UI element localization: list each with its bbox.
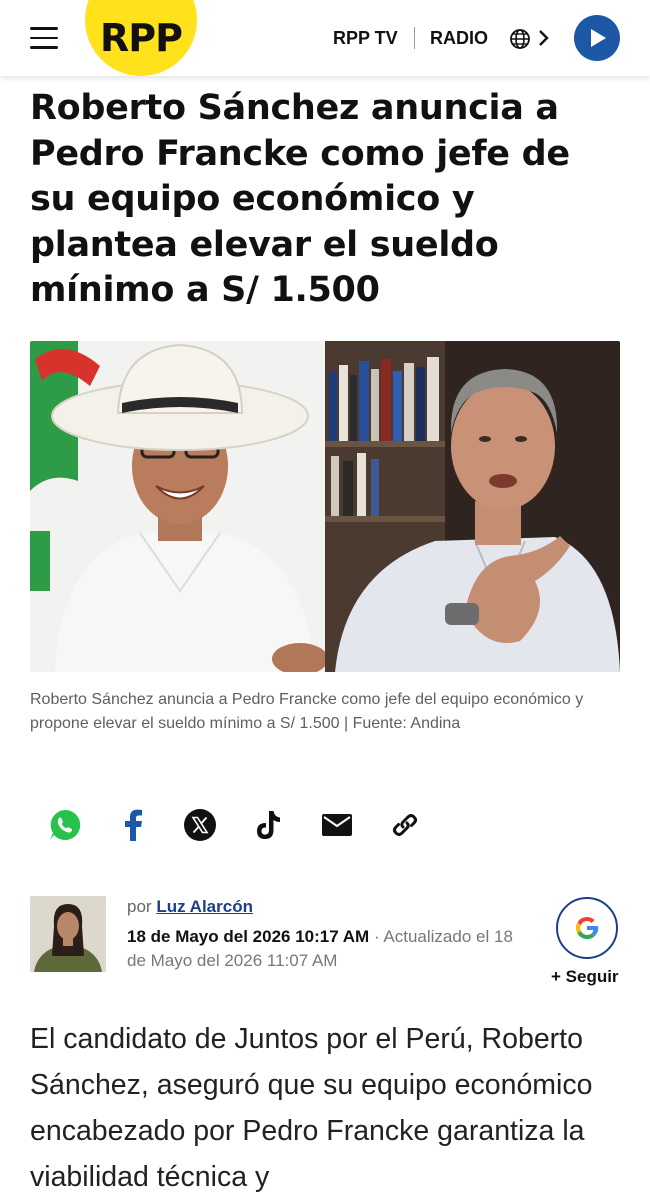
share-facebook-button[interactable] — [113, 805, 153, 845]
byline-prefix: por — [127, 897, 152, 916]
facebook-icon — [125, 809, 142, 841]
globe-icon[interactable] — [509, 28, 531, 50]
x-icon — [184, 809, 216, 841]
article-body: El candidato de Juntos por el Perú, Robe… — [30, 1023, 593, 1193]
share-whatsapp-button[interactable] — [45, 805, 85, 845]
image-caption: Roberto Sánchez anuncia a Pedro Francke … — [30, 691, 584, 732]
photo-pedro-francke — [325, 341, 620, 672]
share-email-button[interactable] — [317, 805, 357, 845]
email-icon — [322, 814, 352, 836]
chevron-right-icon[interactable] — [537, 29, 549, 47]
author-avatar[interactable] — [30, 896, 106, 972]
article-title: Roberto Sánchez anuncia a Pedro Francke … — [30, 88, 570, 310]
share-tiktok-button[interactable] — [248, 805, 288, 845]
live-play-button[interactable] — [574, 15, 620, 61]
rpp-logo[interactable]: RPP — [85, 0, 197, 76]
photo-roberto-sanchez — [30, 341, 325, 672]
copy-link-button[interactable] — [385, 805, 425, 845]
updated-prefix: · Actualizado — [373, 927, 472, 946]
logo-text: RPP — [100, 16, 183, 60]
whatsapp-icon — [50, 809, 81, 840]
published-date: 18 de Mayo del 2026 10:17 AM — [127, 927, 370, 946]
play-icon — [591, 29, 606, 47]
google-icon — [575, 916, 599, 940]
nav-radio[interactable]: RADIO — [430, 28, 488, 49]
tiktok-icon — [257, 811, 280, 839]
follow-button-label[interactable]: + Seguir — [551, 967, 619, 987]
nav-divider — [414, 27, 415, 49]
author-byline: por Luz Alarcón — [127, 897, 253, 917]
site-header: RPP RPP TV RADIO — [0, 0, 650, 76]
article-dates: 18 de Mayo del 2026 10:17 AM · Actualiza… — [127, 925, 527, 973]
link-icon — [393, 814, 417, 836]
hamburger-menu-icon[interactable] — [30, 27, 58, 49]
share-x-button[interactable] — [180, 805, 220, 845]
article-image — [30, 341, 620, 672]
nav-rpp-tv[interactable]: RPP TV — [333, 28, 398, 49]
google-follow-button[interactable] — [556, 897, 618, 959]
author-name-link[interactable]: Luz Alarcón — [156, 897, 253, 916]
